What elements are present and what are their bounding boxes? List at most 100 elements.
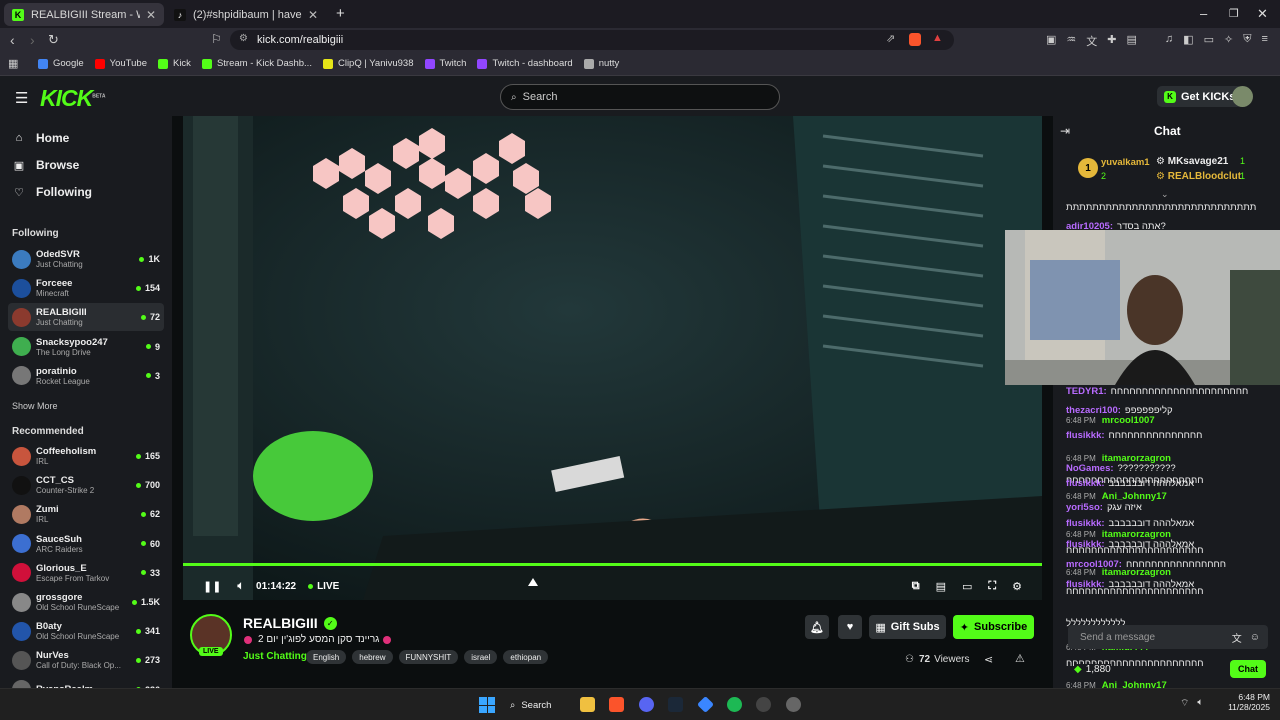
sidebar-channel[interactable]: grossgore Old School RuneScape 1.5K: [8, 588, 164, 616]
bookmark-item[interactable]: Stream - Kick Dashb...: [201, 58, 312, 69]
media-icon[interactable]: ♫: [1165, 33, 1173, 49]
brave-browser-icon[interactable]: [609, 697, 624, 712]
sidebar-channel[interactable]: Glorious_E Escape From Tarkov 33: [8, 559, 164, 587]
leo-icon[interactable]: ✧: [1224, 33, 1233, 49]
back-icon[interactable]: ‹: [10, 32, 15, 48]
stream-tag[interactable]: hebrew: [352, 650, 393, 664]
follow-button[interactable]: ♥: [838, 615, 862, 639]
settings-icon[interactable]: ⚙: [1012, 580, 1022, 593]
user-avatar[interactable]: [1232, 86, 1253, 107]
notification-bell-button[interactable]: 🔔︎: [805, 615, 829, 639]
bookmark-item[interactable]: nutty: [583, 58, 619, 69]
bookmark-item[interactable]: Twitch: [424, 58, 466, 69]
nav-following[interactable]: ♡ Following: [12, 185, 92, 199]
close-tab-icon[interactable]: ✕: [140, 8, 156, 22]
brave-rewards-icon[interactable]: ▲: [932, 32, 943, 44]
restore-icon[interactable]: ❐: [1229, 7, 1239, 20]
clock[interactable]: 6:48 PM 11/28/2025: [1224, 692, 1270, 712]
sidebar-channel[interactable]: CCT_CS Counter-Strike 2 700: [8, 471, 164, 499]
minimize-icon[interactable]: –: [1200, 6, 1207, 21]
stream-tag[interactable]: ethiopan: [503, 650, 549, 664]
hamburger-menu-icon[interactable]: ☰: [15, 89, 28, 107]
bookmark-icon[interactable]: ⚐: [211, 32, 222, 46]
spotify-icon[interactable]: [727, 697, 742, 712]
obs-icon[interactable]: [756, 697, 771, 712]
volume-icon[interactable]: 🔈︎: [237, 580, 244, 593]
message-user[interactable]: flusikkk:: [1066, 430, 1105, 441]
emoji-icon[interactable]: ☺: [1250, 632, 1260, 643]
file-explorer-icon[interactable]: [580, 697, 595, 712]
sidebar-channel[interactable]: Coffeeholism IRL 165: [8, 442, 164, 470]
message-user[interactable]: flusikkk:: [1066, 518, 1105, 529]
theater-mode-icon[interactable]: ▭: [962, 580, 972, 593]
audio-icon[interactable]: ♒: [1066, 33, 1076, 49]
message-user[interactable]: flusikkk:: [1066, 478, 1105, 489]
sidebar-channel[interactable]: Zumi IRL 62: [8, 500, 164, 528]
kicks-balance[interactable]: ◆ 1,880: [1074, 664, 1111, 675]
new-tab-button[interactable]: +: [336, 5, 345, 22]
leaderboard-user[interactable]: yuvalkam1: [1101, 157, 1150, 168]
apps-grid-icon[interactable]: ▦: [8, 57, 18, 70]
screenshot-icon[interactable]: ▣: [1046, 33, 1056, 49]
message-user[interactable]: yori5so:: [1066, 502, 1103, 513]
get-kicks-button[interactable]: K Get KICKs: [1157, 86, 1243, 107]
forward-icon[interactable]: ›: [30, 32, 35, 48]
stream-progress-bar[interactable]: [183, 563, 1042, 566]
taskbar-search[interactable]: ⌕ Search: [510, 697, 551, 714]
bookmark-item[interactable]: Kick: [157, 58, 191, 69]
bookmark-item[interactable]: Google: [38, 58, 84, 69]
vpn-icon[interactable]: ⛨: [1243, 33, 1251, 49]
wifi-icon[interactable]: ⌔: [1180, 697, 1189, 710]
brave-shield-icon[interactable]: [909, 33, 921, 46]
send-chat-button[interactable]: Chat: [1230, 660, 1266, 678]
sidebar-channel[interactable]: OdedSVR Just Chatting 1K: [8, 245, 164, 273]
sidebar-channel[interactable]: B0aty Old School RuneScape 341: [8, 617, 164, 645]
fullscreen-icon[interactable]: ⛶: [988, 580, 996, 593]
show-more-link[interactable]: Show More: [12, 401, 58, 411]
wallet-icon[interactable]: ▭: [1204, 33, 1214, 49]
url-bar[interactable]: ⚙ kick.com/realbigiii ⇗ ▲: [230, 30, 954, 50]
pause-icon[interactable]: ❚❚: [203, 580, 221, 593]
reload-icon[interactable]: ↻: [48, 32, 59, 48]
report-icon[interactable]: ⚠: [1015, 652, 1025, 665]
menu-icon[interactable]: ≡: [1261, 33, 1267, 49]
leaderboard-user[interactable]: ⚙ MKsavage21: [1156, 156, 1228, 167]
sidebar-channel[interactable]: Snacksypoo247 The Long Drive 9: [8, 333, 164, 361]
chat-input[interactable]: Send a message 文 ☺: [1068, 625, 1268, 649]
browser-tab-active[interactable]: K REALBIGIII Stream - Watch Li ✕: [4, 3, 164, 26]
message-user[interactable]: Ani_Johnny17: [1102, 491, 1167, 502]
share-icon[interactable]: ⇗: [886, 32, 895, 45]
sidebar-channel[interactable]: SauceSuh ARC Raiders 60: [8, 530, 164, 558]
nav-home[interactable]: ⌂ Home: [12, 131, 70, 145]
translate-icon[interactable]: 文: [1086, 33, 1097, 49]
sidebar-icon[interactable]: ◧: [1183, 33, 1193, 49]
sidebar-channel[interactable]: poratinio Rocket League 3: [8, 362, 164, 390]
steam-icon[interactable]: [668, 697, 683, 712]
speaker-icon[interactable]: 🔈︎: [1197, 697, 1203, 710]
kick-logo[interactable]: KICKBETA: [40, 85, 105, 112]
message-user[interactable]: TEDYR1:: [1066, 386, 1107, 397]
site-info-icon[interactable]: ⚙: [239, 33, 248, 44]
stream-tag[interactable]: israel: [464, 650, 498, 664]
tab-search-icon[interactable]: ▤: [1127, 33, 1137, 49]
clip-icon[interactable]: ▤: [936, 580, 946, 593]
search-input[interactable]: ⌕ Search: [500, 84, 780, 110]
message-user[interactable]: itamarorzagron: [1102, 567, 1171, 578]
message-user[interactable]: mrcool1007: [1102, 415, 1155, 426]
bookmark-item[interactable]: YouTube: [94, 58, 147, 69]
pip-icon[interactable]: ⧉: [912, 580, 920, 593]
sidebar-channel[interactable]: NurVes Call of Duty: Black Op... 273: [8, 646, 164, 674]
browser-tab[interactable]: ♪ (2)#shpidibaum | have you seen that ✕: [166, 3, 326, 26]
sidebar-channel[interactable]: REALBIGIII Just Chatting 72: [8, 303, 164, 332]
close-tab-icon[interactable]: ✕: [302, 8, 318, 22]
discord-icon[interactable]: [639, 697, 654, 712]
leaderboard-user[interactable]: ⚙ REALBloodclut: [1156, 171, 1241, 182]
stream-tag[interactable]: FUNNYSHIT: [398, 650, 459, 664]
message-user[interactable]: NoGames:: [1066, 463, 1114, 474]
stream-category[interactable]: Just Chatting: [243, 651, 307, 662]
sidebar-channel[interactable]: Forceee Minecraft 154: [8, 274, 164, 302]
subscribe-button[interactable]: ✦ Subscribe: [953, 615, 1034, 639]
stream-tag[interactable]: English: [306, 650, 347, 664]
extensions-icon[interactable]: ✚: [1107, 33, 1116, 49]
bookmark-item[interactable]: ClipQ | Yanivu938: [322, 58, 414, 69]
